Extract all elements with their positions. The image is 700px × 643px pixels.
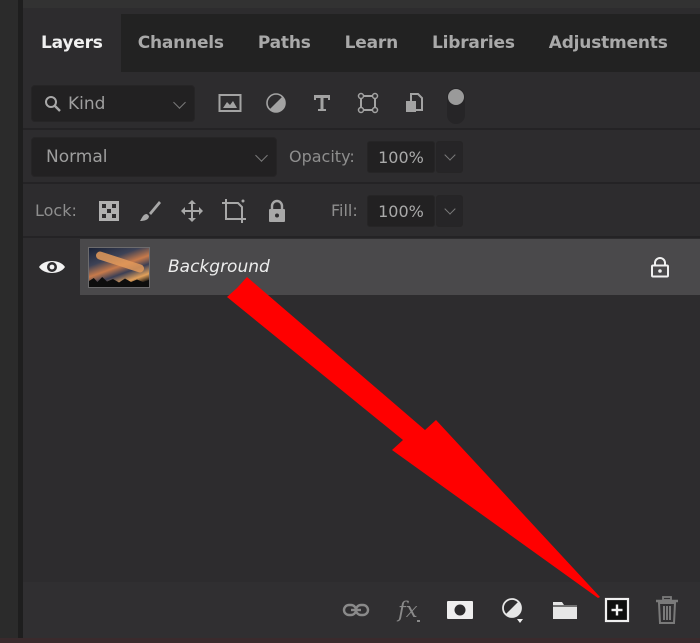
fill-input[interactable]: 100%: [367, 195, 435, 227]
search-icon: [45, 95, 61, 112]
visibility-eye-icon[interactable]: [37, 257, 67, 277]
tab-channels[interactable]: Channels: [121, 14, 241, 72]
tab-layers[interactable]: Layers: [23, 14, 121, 72]
thumbnail-sky-streak: [94, 250, 146, 274]
opacity-label: Opacity:: [289, 147, 355, 166]
filter-toggle[interactable]: [447, 88, 465, 124]
tab-learn[interactable]: Learn: [328, 14, 415, 72]
layers-panel: Layers Channels Paths Learn Libraries Ad…: [23, 8, 700, 638]
window-bottom-edge: [0, 638, 700, 643]
new-group-icon[interactable]: [551, 596, 579, 624]
type-layer-filter-icon[interactable]: [309, 90, 335, 116]
lock-label: Lock:: [35, 201, 77, 220]
blend-mode-value: Normal: [46, 147, 108, 167]
adjustment-layer-filter-icon[interactable]: [263, 90, 289, 116]
add-mask-icon[interactable]: [446, 596, 474, 624]
tab-paths[interactable]: Paths: [241, 14, 328, 72]
lock-all-icon[interactable]: [264, 198, 290, 224]
fill-dropdown[interactable]: [436, 195, 463, 227]
chevron-down-icon: [173, 96, 186, 109]
link-layers-icon[interactable]: [342, 596, 370, 624]
layer-row-background[interactable]: Background: [80, 239, 700, 295]
delete-layer-icon[interactable]: [653, 596, 681, 624]
blend-mode-select[interactable]: Normal: [31, 137, 277, 177]
filter-kind-select[interactable]: Kind: [31, 85, 195, 122]
layer-filter-row: Kind: [23, 80, 700, 126]
chevron-down-icon: [255, 149, 268, 162]
blend-row: Normal Opacity: 100%: [23, 132, 700, 182]
layer-style-fx-icon[interactable]: fx: [395, 596, 423, 624]
chevron-down-icon: [444, 203, 456, 215]
adjustment-layer-icon[interactable]: [499, 596, 527, 624]
opacity-dropdown[interactable]: [436, 141, 463, 173]
layer-thumbnail: [88, 247, 150, 288]
svg-text:fx: fx: [396, 598, 418, 622]
toggle-knob: [448, 89, 464, 105]
layers-bottom-toolbar: fx: [23, 582, 700, 638]
lock-position-icon[interactable]: [179, 198, 205, 224]
pixel-layer-filter-icon[interactable]: [217, 90, 243, 116]
left-gutter: [0, 0, 18, 643]
divider: [23, 182, 700, 184]
divider: [23, 236, 700, 238]
lock-transparent-pixels-icon[interactable]: [96, 198, 122, 224]
shape-layer-filter-icon[interactable]: [355, 90, 381, 116]
panel-tab-bar: Layers Channels Paths Learn Libraries Ad…: [23, 14, 700, 72]
lock-image-pixels-icon[interactable]: [137, 198, 163, 224]
lock-row: Lock: Fill: 100%: [23, 186, 700, 236]
new-layer-icon[interactable]: [603, 596, 631, 624]
filter-kind-label: Kind: [68, 93, 106, 114]
smart-object-filter-icon[interactable]: [401, 90, 427, 116]
lock-artboard-icon[interactable]: [221, 198, 247, 224]
layer-locked-icon[interactable]: [650, 256, 670, 278]
panel-top-strip: [23, 0, 700, 8]
layer-name[interactable]: Background: [168, 257, 270, 277]
tab-adjustments[interactable]: Adjustments: [532, 14, 685, 72]
chevron-down-icon: [444, 149, 456, 161]
fill-label: Fill:: [331, 201, 358, 220]
tab-libraries[interactable]: Libraries: [415, 14, 532, 72]
thumbnail-treeline: [89, 277, 149, 287]
divider: [23, 128, 700, 130]
opacity-input[interactable]: 100%: [367, 141, 435, 173]
